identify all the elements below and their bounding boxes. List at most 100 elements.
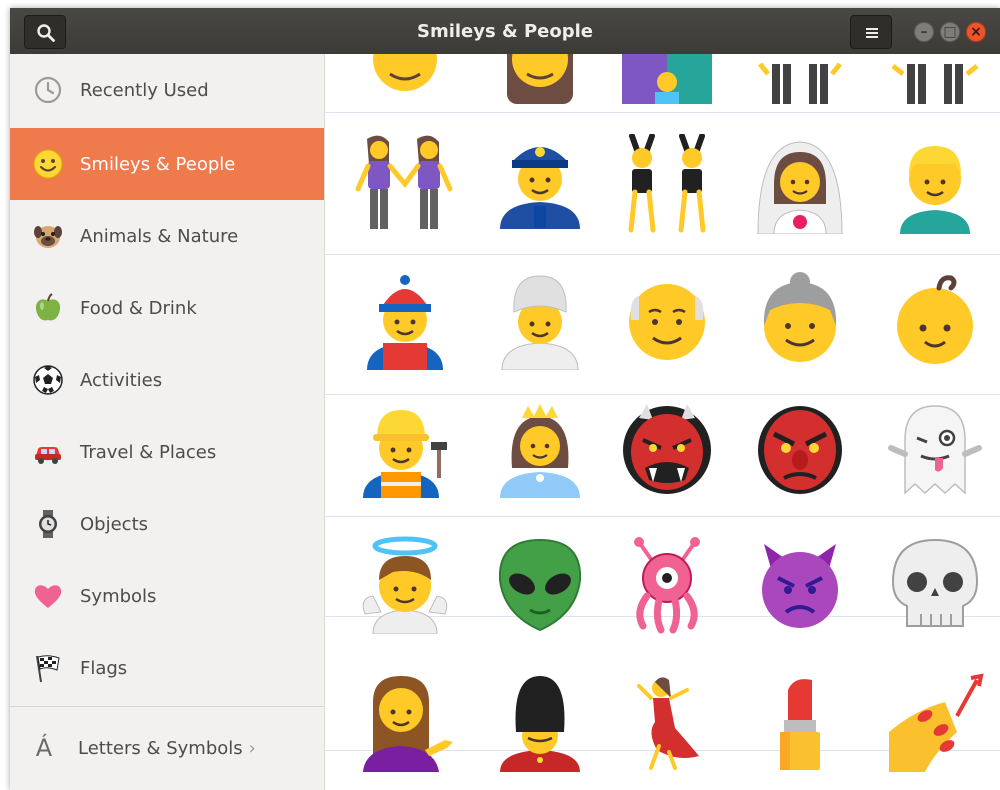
emoji-cell[interactable] (750, 134, 850, 234)
woman-dancing-emoji (637, 677, 699, 770)
emoji-cell[interactable] (617, 534, 717, 634)
emoji-cell[interactable] (750, 270, 850, 370)
alien-monster-emoji (634, 537, 700, 634)
emoji-grid (325, 54, 1000, 790)
emoji-cell[interactable] (617, 134, 717, 234)
watch-icon (32, 508, 64, 540)
row-divider (325, 516, 1000, 517)
titlebar: Smileys & People – □ × (10, 8, 1000, 54)
close-icon: × (970, 24, 982, 40)
sidebar-item-label: Objects (80, 513, 149, 535)
men-holding-hands-emoji (758, 62, 842, 104)
maximize-icon: □ (943, 24, 957, 40)
emoji-cell[interactable] (885, 134, 985, 234)
apple-icon (32, 292, 64, 324)
emoji-cell[interactable] (355, 54, 455, 104)
checkered-flag-icon (32, 652, 64, 684)
emoji-cell[interactable] (490, 672, 590, 772)
letters-symbols-button[interactable]: Á Letters & Symbols › (10, 714, 324, 782)
sidebar-item-food-drink[interactable]: Food & Drink (10, 272, 324, 344)
sidebar-item-smileys-people[interactable]: Smileys & People (10, 128, 324, 200)
emoji-cell[interactable] (355, 534, 455, 634)
construction-worker-emoji (363, 410, 447, 498)
blond-person-emoji (900, 146, 970, 234)
emoji-cell[interactable] (355, 398, 455, 498)
emoji-cell[interactable] (355, 270, 455, 370)
bride-with-veil-emoji (757, 141, 843, 234)
emoji-cell[interactable] (355, 672, 455, 772)
minimize-button[interactable]: – (914, 22, 934, 42)
emoji-picker-window: Smileys & People – □ × Recently Used Smi… (10, 8, 1000, 790)
guard-emoji (500, 676, 580, 772)
woman-emoji (507, 54, 573, 104)
ogre-emoji (623, 404, 711, 494)
close-button[interactable]: × (966, 22, 986, 42)
person-tipping-hand-emoji (363, 676, 453, 772)
category-sidebar: Recently Used Smileys & People Animals &… (10, 54, 325, 790)
sidebar-item-symbols[interactable]: Symbols (10, 560, 324, 632)
emoji-cell[interactable] (490, 398, 590, 498)
emoji-cell[interactable] (750, 54, 850, 104)
smiley-icon (32, 148, 64, 180)
sidebar-item-recently-used[interactable]: Recently Used (10, 54, 324, 126)
emoji-cell[interactable] (355, 134, 455, 234)
alien-emoji (498, 538, 582, 632)
emoji-cell[interactable] (617, 270, 717, 370)
sidebar-item-objects[interactable]: Objects (10, 488, 324, 560)
older-man-emoji (629, 284, 705, 360)
person-emoji (373, 54, 437, 91)
emoji-cell[interactable] (617, 672, 717, 772)
ghost-emoji (888, 405, 982, 495)
car-icon (32, 436, 64, 468)
chevron-right-icon: › (248, 737, 256, 759)
skull-emoji (891, 538, 979, 627)
family-emoji (622, 54, 712, 104)
nail-polish-emoji (889, 673, 984, 772)
princess-emoji (500, 404, 580, 498)
sidebar-item-flags[interactable]: Flags (10, 632, 324, 704)
emoji-cell[interactable] (885, 270, 985, 370)
two-women-holding-hands-emoji (355, 135, 453, 229)
letters-symbols-label: Letters & Symbols (78, 737, 243, 759)
emoji-cell[interactable] (490, 270, 590, 370)
sidebar-item-animals-nature[interactable]: Animals & Nature (10, 200, 324, 272)
emoji-cell[interactable] (885, 534, 985, 634)
clock-icon (32, 74, 64, 106)
emoji-cell[interactable] (885, 54, 985, 104)
emoji-cell[interactable] (490, 54, 590, 104)
emoji-cell[interactable] (617, 398, 717, 498)
angry-devil-emoji (762, 544, 838, 628)
emoji-cell[interactable] (490, 534, 590, 634)
women-with-bunny-ears-emoji (628, 134, 706, 233)
man-with-chinese-cap-emoji (367, 275, 443, 370)
man-with-turban-emoji (501, 275, 579, 370)
heart-icon (32, 580, 64, 612)
letter-a-acute-icon: Á (35, 734, 53, 762)
sidebar-item-travel-places[interactable]: Travel & Places (10, 416, 324, 488)
row-divider (325, 112, 1000, 113)
emoji-cell[interactable] (750, 398, 850, 498)
older-woman-emoji (763, 272, 837, 362)
sidebar-item-label: Activities (80, 369, 163, 391)
baby-emoji (897, 275, 973, 364)
emoji-cell[interactable] (885, 672, 985, 772)
police-officer-emoji (500, 147, 580, 229)
maximize-button[interactable]: □ (940, 22, 960, 42)
row-divider (325, 254, 1000, 255)
goblin-emoji (758, 406, 842, 494)
people-holding-hands-emoji (891, 64, 979, 104)
hamburger-menu-icon (866, 28, 878, 38)
soccer-ball-icon (32, 364, 64, 396)
emoji-cell[interactable] (490, 134, 590, 234)
emoji-cell[interactable] (617, 54, 717, 104)
sidebar-item-label: Animals & Nature (80, 225, 239, 247)
emoji-cell[interactable] (750, 672, 850, 772)
emoji-cell[interactable] (750, 534, 850, 634)
lipstick-emoji (780, 679, 820, 770)
menu-button[interactable] (850, 15, 892, 49)
sidebar-item-label: Food & Drink (80, 297, 197, 319)
sidebar-item-activities[interactable]: Activities (10, 344, 324, 416)
emoji-cell[interactable] (885, 398, 985, 498)
sidebar-item-label: Smileys & People (80, 153, 236, 175)
baby-angel-emoji (362, 536, 448, 634)
